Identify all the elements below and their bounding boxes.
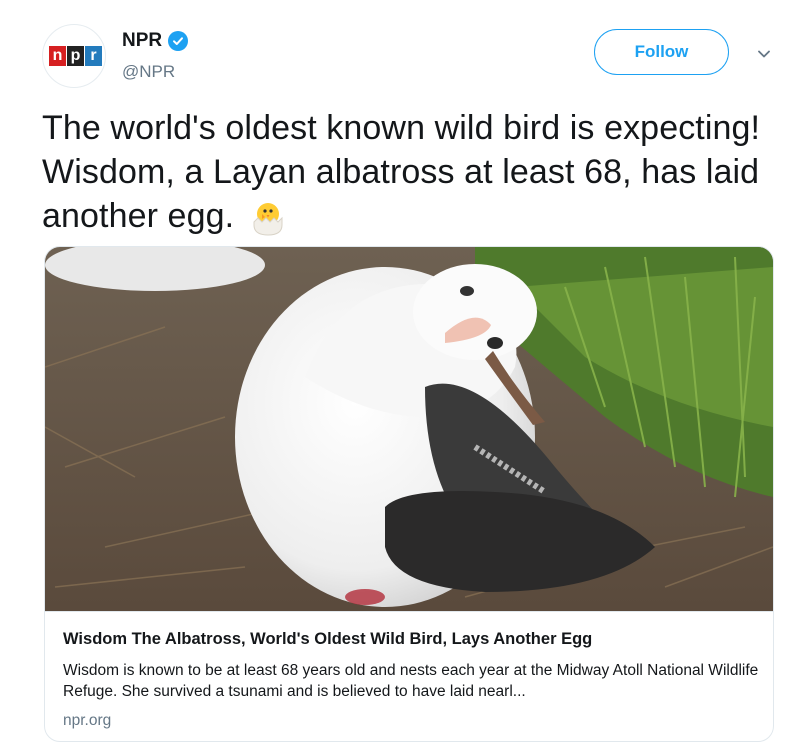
avatar[interactable]: n p r	[42, 24, 106, 88]
tweet-text-body: The world's oldest known wild bird is ex…	[42, 109, 761, 235]
card-title[interactable]: Wisdom The Albatross, World's Oldest Wil…	[63, 630, 592, 649]
link-card[interactable]: Wisdom The Albatross, World's Oldest Wil…	[44, 246, 774, 742]
chevron-down-icon[interactable]	[754, 44, 774, 64]
tweet-header: n p r NPR @NPR Follow	[42, 24, 782, 88]
verified-badge-icon	[168, 31, 189, 51]
albatross-photo	[45, 247, 773, 611]
follow-button[interactable]: Follow	[594, 29, 729, 75]
card-description: Wisdom is known to be at least 68 years …	[63, 662, 759, 700]
npr-logo-letter-n: n	[49, 46, 66, 66]
tweet-text: The world's oldest known wild bird is ex…	[42, 106, 782, 238]
hatching-chick-icon	[253, 203, 283, 236]
card-body[interactable]: Wisdom The Albatross, World's Oldest Wil…	[45, 611, 773, 741]
user-handle[interactable]: @NPR	[122, 62, 175, 82]
name-row: NPR	[122, 30, 189, 52]
npr-logo-letter-r: r	[85, 46, 102, 66]
npr-logo: n p r	[49, 46, 102, 66]
display-name[interactable]: NPR	[122, 30, 162, 52]
npr-logo-letter-p: p	[67, 46, 84, 66]
card-domain[interactable]: npr.org	[63, 712, 111, 730]
tweet: n p r NPR @NPR Follow The world's oldest…	[0, 0, 800, 748]
